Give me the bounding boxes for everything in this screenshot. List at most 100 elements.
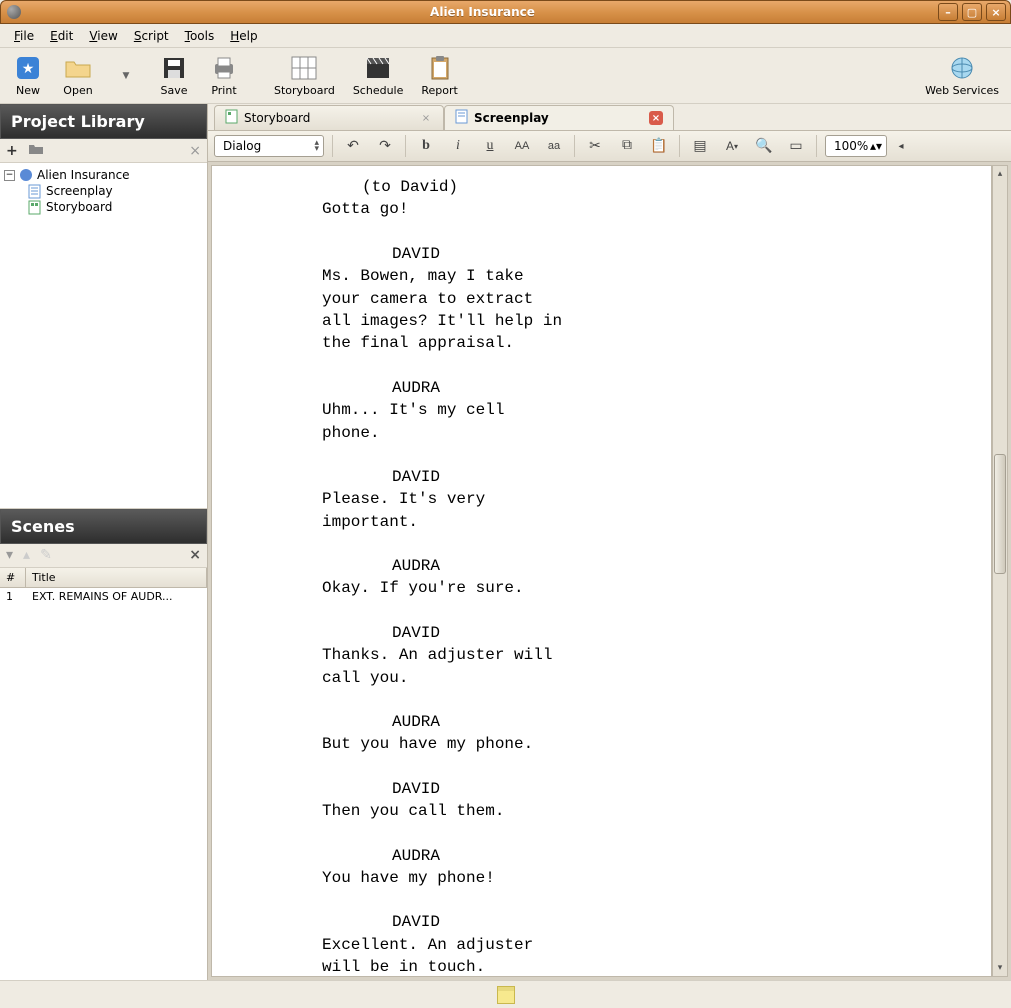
add-item-button[interactable]: + (6, 143, 18, 159)
uppercase-button[interactable]: AA (510, 135, 534, 157)
menu-help[interactable]: Help (222, 26, 265, 46)
folder-icon[interactable] (28, 143, 44, 159)
window-title: Alien Insurance (27, 5, 938, 19)
scenes-col-title[interactable]: Title (26, 568, 207, 587)
menu-tools[interactable]: Tools (177, 26, 223, 46)
page-icon: ▤ (693, 138, 706, 155)
screenplay-line[interactable]: You have my phone! (322, 867, 961, 889)
blank-line (322, 355, 961, 377)
screenplay-line[interactable]: Gotta go! (322, 198, 961, 220)
font-button[interactable]: A▾ (720, 135, 744, 157)
schedule-button[interactable]: Schedule (347, 52, 410, 99)
screenplay-line[interactable]: But you have my phone. (322, 733, 961, 755)
screenplay-line[interactable]: your camera to extract (322, 288, 961, 310)
close-panel-icon[interactable]: × (189, 143, 201, 159)
screenplay-line[interactable]: AUDRA (392, 711, 961, 733)
star-icon: ★ (14, 54, 42, 82)
screenplay-line[interactable]: AUDRA (392, 555, 961, 577)
tab-storyboard[interactable]: Storyboard × (214, 105, 444, 130)
minimize-button[interactable]: – (938, 3, 958, 21)
cut-button[interactable]: ✂ (583, 135, 607, 157)
find-button[interactable]: 🔍 (752, 135, 776, 157)
format-combo-label: Dialog (223, 139, 261, 153)
screenplay-line[interactable]: Uhm... It's my cell (322, 399, 961, 421)
menu-view[interactable]: View (81, 26, 125, 46)
tree-root[interactable]: − Alien Insurance (2, 167, 205, 183)
format-combo[interactable]: Dialog ▴▾ (214, 135, 324, 157)
tree-item-storyboard[interactable]: Storyboard (2, 199, 205, 215)
screenplay-line[interactable]: call you. (322, 667, 961, 689)
screenplay-line[interactable]: all images? It'll help in (322, 310, 961, 332)
scene-num: 1 (0, 588, 26, 605)
page-button[interactable]: ▤ (688, 135, 712, 157)
screenplay-line[interactable]: DAVID (392, 622, 961, 644)
scroll-down-icon[interactable]: ▾ (993, 960, 1007, 976)
project-tree[interactable]: − Alien Insurance Screenplay Storyboard (0, 163, 207, 509)
menu-edit[interactable]: Edit (42, 26, 81, 46)
edit-scene-icon[interactable]: ✎ (40, 547, 52, 563)
scenes-col-num[interactable]: # (0, 568, 26, 587)
lowercase-button[interactable]: aa (542, 135, 566, 157)
screenplay-line[interactable]: DAVID (392, 466, 961, 488)
scrollbar-thumb[interactable] (994, 454, 1006, 574)
globe-icon (948, 54, 976, 82)
screenplay-line[interactable]: Thanks. An adjuster will (322, 644, 961, 666)
report-button[interactable]: Report (415, 52, 463, 99)
combo-arrows-icon: ▴▾ (314, 140, 319, 152)
screenplay-line[interactable]: Then you call them. (322, 800, 961, 822)
screenplay-editor[interactable]: (to David)Gotta go!DAVIDMs. Bowen, may I… (211, 165, 992, 977)
screenplay-line[interactable]: Excellent. An adjuster (322, 934, 961, 956)
tree-item-screenplay[interactable]: Screenplay (2, 183, 205, 199)
italic-button[interactable]: i (446, 135, 470, 157)
screenplay-line[interactable]: Ms. Bowen, may I take (322, 265, 961, 287)
underline-button[interactable]: u (478, 135, 502, 157)
screenplay-line[interactable]: important. (322, 511, 961, 533)
document-tabbar: Storyboard × Screenplay × (208, 104, 1011, 130)
fullscreen-button[interactable]: ▭ (784, 135, 808, 157)
move-down-icon[interactable]: ▾ (6, 547, 13, 563)
screenplay-line[interactable]: Please. It's very (322, 488, 961, 510)
sticky-note-icon[interactable] (497, 986, 515, 1004)
undo-button[interactable]: ↶ (341, 135, 365, 157)
screenplay-line[interactable]: phone. (322, 422, 961, 444)
paste-button[interactable]: 📋 (647, 135, 671, 157)
redo-button[interactable]: ↷ (373, 135, 397, 157)
storyboard-button[interactable]: Storyboard (268, 52, 341, 99)
maximize-button[interactable]: ▢ (962, 3, 982, 21)
toolbar-overflow[interactable]: ◂ (895, 135, 907, 157)
vertical-scrollbar[interactable]: ▴ ▾ (992, 165, 1008, 977)
screenplay-line[interactable]: AUDRA (392, 845, 961, 867)
save-button[interactable]: Save (152, 52, 196, 99)
move-up-icon[interactable]: ▴ (23, 547, 30, 563)
screenplay-line[interactable]: (to David) (362, 176, 961, 198)
fullscreen-icon: ▭ (789, 138, 802, 155)
menu-script[interactable]: Script (126, 26, 177, 46)
screenplay-line[interactable]: DAVID (392, 243, 961, 265)
tab-screenplay[interactable]: Screenplay × (444, 105, 674, 130)
new-button[interactable]: ★ New (6, 52, 50, 99)
open-dropdown[interactable]: ▼ (106, 60, 146, 92)
main-toolbar: ★ New Open ▼ Save Print Storyboard Sched… (0, 48, 1011, 104)
scene-row[interactable]: 1 EXT. REMAINS OF AUDR... (0, 588, 207, 605)
screenplay-line[interactable]: will be in touch. (322, 956, 961, 977)
tab-close-icon[interactable]: × (419, 111, 433, 125)
screenplay-line[interactable]: AUDRA (392, 377, 961, 399)
open-button[interactable]: Open (56, 52, 100, 99)
close-window-button[interactable]: × (986, 3, 1006, 21)
print-button[interactable]: Print (202, 52, 246, 99)
web-services-button[interactable]: Web Services (919, 52, 1005, 99)
document-icon (455, 109, 468, 127)
tab-close-icon[interactable]: × (649, 111, 663, 125)
screenplay-line[interactable]: Okay. If you're sure. (322, 577, 961, 599)
screenplay-line[interactable]: the final appraisal. (322, 332, 961, 354)
copy-button[interactable]: ⧉ (615, 135, 639, 157)
screenplay-line[interactable]: DAVID (392, 778, 961, 800)
scenes-table[interactable]: # Title 1 EXT. REMAINS OF AUDR... (0, 568, 207, 980)
zoom-combo[interactable]: 100% ▴▾ (825, 135, 887, 157)
close-scenes-icon[interactable]: × (189, 547, 201, 563)
bold-button[interactable]: b (414, 135, 438, 157)
menu-file[interactable]: File (6, 26, 42, 46)
collapse-icon[interactable]: − (4, 170, 15, 181)
scroll-up-icon[interactable]: ▴ (993, 166, 1007, 182)
screenplay-line[interactable]: DAVID (392, 911, 961, 933)
